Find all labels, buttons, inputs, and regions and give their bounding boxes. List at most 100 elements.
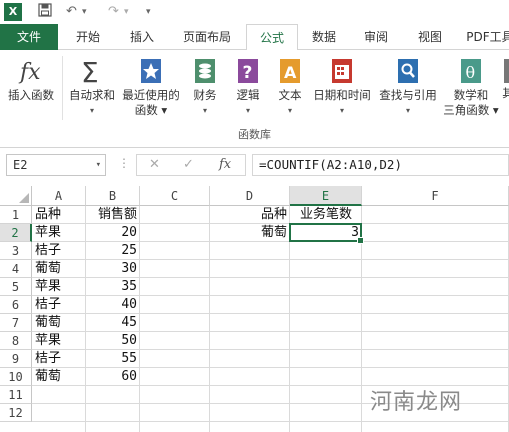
insert-function-button[interactable]: fx 插入函数 [4, 56, 58, 103]
cell-d2[interactable]: 葡萄 [210, 224, 290, 242]
cell-a7[interactable]: 葡萄 [32, 314, 86, 332]
theta-book-icon: θ [456, 56, 486, 86]
lookup-reference-label: 查找与引用 [379, 88, 437, 102]
cell-a1[interactable]: 品种 [32, 206, 86, 224]
svg-text:θ: θ [466, 63, 476, 82]
cell-a5[interactable]: 苹果 [32, 278, 86, 296]
customize-toolbar-icon[interactable]: ▾ [146, 3, 151, 21]
tab-insert[interactable]: 插入 [118, 24, 166, 50]
cell-b10[interactable]: 60 [86, 368, 140, 386]
cell-b5[interactable]: 35 [86, 278, 140, 296]
tab-formulas[interactable]: 公式 [246, 24, 298, 51]
question-book-icon: ? [233, 56, 263, 86]
cell-b3[interactable]: 25 [86, 242, 140, 260]
tab-data[interactable]: 数据 [302, 24, 346, 50]
column-header-a[interactable]: A [32, 186, 86, 206]
undo-icon[interactable]: ↶ [66, 3, 77, 21]
cell-a9[interactable]: 桔子 [32, 350, 86, 368]
cell-a4[interactable]: 葡萄 [32, 260, 86, 278]
tab-view[interactable]: 视图 [406, 24, 454, 50]
cell-b7[interactable]: 45 [86, 314, 140, 332]
insert-function-label: 插入函数 [8, 88, 54, 102]
more-functions-label: 其 [502, 86, 509, 100]
watermark: 河南龙网 [370, 390, 463, 415]
more-functions-button[interactable]: 其 [501, 56, 509, 101]
cell-a2[interactable]: 苹果 [32, 224, 86, 242]
row-header-5[interactable]: 5 [0, 278, 32, 296]
select-all-corner[interactable] [0, 186, 32, 206]
date-time-button[interactable]: 日期和时间 ▾ [310, 56, 374, 118]
autosum-dropdown-icon: ▾ [89, 106, 94, 115]
recently-used-button[interactable]: 最近使用的 函数 ▾ [120, 56, 182, 118]
lookup-reference-button[interactable]: 查找与引用 ▾ [376, 56, 440, 118]
svg-text:fx: fx [18, 60, 41, 85]
row-header-10[interactable]: 10 [0, 368, 32, 386]
row-header-11[interactable]: 11 [0, 386, 32, 404]
tab-pdf-tools[interactable]: PDF工具 [462, 24, 509, 50]
active-cell-selection[interactable] [289, 223, 364, 244]
math-trig-button[interactable]: θ 数学和 三角函数 ▾ [442, 56, 500, 118]
formula-bar-grip-icon[interactable]: ⋮ [118, 156, 130, 170]
row-header-9[interactable]: 9 [0, 350, 32, 368]
row-header-4[interactable]: 4 [0, 260, 32, 278]
cancel-icon[interactable]: ✕ [149, 157, 160, 172]
insert-function-fx-icon[interactable]: fx [219, 157, 231, 172]
column-header-c[interactable]: C [140, 186, 210, 206]
ribbon-separator [62, 56, 63, 120]
excel-logo-icon: X [4, 3, 22, 21]
text-book-icon: A [275, 56, 305, 86]
cell-a8[interactable]: 苹果 [32, 332, 86, 350]
cell-b6[interactable]: 40 [86, 296, 140, 314]
svg-text:A: A [284, 63, 297, 82]
tab-review[interactable]: 审阅 [352, 24, 400, 50]
save-icon[interactable] [38, 3, 52, 21]
svg-text:?: ? [243, 63, 253, 83]
column-header-b[interactable]: B [86, 186, 140, 206]
text-functions-dropdown-icon: ▾ [287, 106, 292, 115]
cell-b9[interactable]: 55 [86, 350, 140, 368]
financial-button[interactable]: 财务 ▾ [186, 56, 224, 118]
undo-dropdown-icon[interactable]: ▾ [82, 3, 87, 21]
column-header-e[interactable]: E [290, 186, 362, 206]
cell-e1[interactable]: 业务笔数 [290, 206, 362, 224]
row-header-6[interactable]: 6 [0, 296, 32, 314]
name-box[interactable]: E2 ▾ [6, 154, 106, 176]
cell-b1[interactable]: 销售额 [86, 206, 140, 224]
row-header-8[interactable]: 8 [0, 332, 32, 350]
name-box-dropdown-icon[interactable]: ▾ [96, 155, 101, 175]
ribbon-formulas: fx 插入函数 Σ 自动求和 ▾ 最近使用的 函数 ▾ 财务 ▾ ? 逻辑 ▾ … [0, 50, 509, 148]
formula-input[interactable]: =COUNTIF(A2:A10,D2) [252, 154, 509, 176]
text-functions-label: 文本 [278, 88, 302, 102]
cell-a6[interactable]: 桔子 [32, 296, 86, 314]
row-header-1[interactable]: 1 [0, 206, 32, 224]
cell-b2[interactable]: 20 [86, 224, 140, 242]
logical-button[interactable]: ? 逻辑 ▾ [230, 56, 266, 118]
tab-home[interactable]: 开始 [64, 24, 112, 50]
math-trig-label-2: 三角函数 ▾ [443, 103, 499, 117]
redo-icon[interactable]: ↷ [108, 3, 119, 21]
cell-a10[interactable]: 葡萄 [32, 368, 86, 386]
fx-icon: fx [16, 56, 46, 86]
row-header-12[interactable]: 12 [0, 404, 32, 422]
autosum-button[interactable]: Σ 自动求和 ▾ [66, 56, 118, 118]
date-time-dropdown-icon: ▾ [339, 106, 344, 115]
cell-b4[interactable]: 30 [86, 260, 140, 278]
enter-icon[interactable]: ✓ [183, 157, 194, 172]
formula-bar: E2 ▾ ⋮ ✕ ✓ fx =COUNTIF(A2:A10,D2) [0, 152, 509, 178]
tab-page-layout[interactable]: 页面布局 [172, 24, 242, 50]
row-header-3[interactable]: 3 [0, 242, 32, 260]
quick-access-toolbar: X ↶ ▾ ↷ ▾ ▾ [0, 0, 509, 24]
logical-dropdown-icon: ▾ [245, 106, 250, 115]
row-header-7[interactable]: 7 [0, 314, 32, 332]
column-header-d[interactable]: D [210, 186, 290, 206]
cell-d1[interactable]: 品种 [210, 206, 290, 224]
cell-a3[interactable]: 桔子 [32, 242, 86, 260]
redo-dropdown-icon[interactable]: ▾ [124, 3, 129, 21]
more-book-icon [501, 56, 509, 86]
column-header-f[interactable]: F [362, 186, 509, 206]
text-functions-button[interactable]: A 文本 ▾ [272, 56, 308, 118]
autosum-label: 自动求和 [69, 88, 115, 102]
cell-b8[interactable]: 50 [86, 332, 140, 350]
row-header-2[interactable]: 2 [0, 224, 32, 242]
tab-file[interactable]: 文件 [0, 24, 58, 50]
